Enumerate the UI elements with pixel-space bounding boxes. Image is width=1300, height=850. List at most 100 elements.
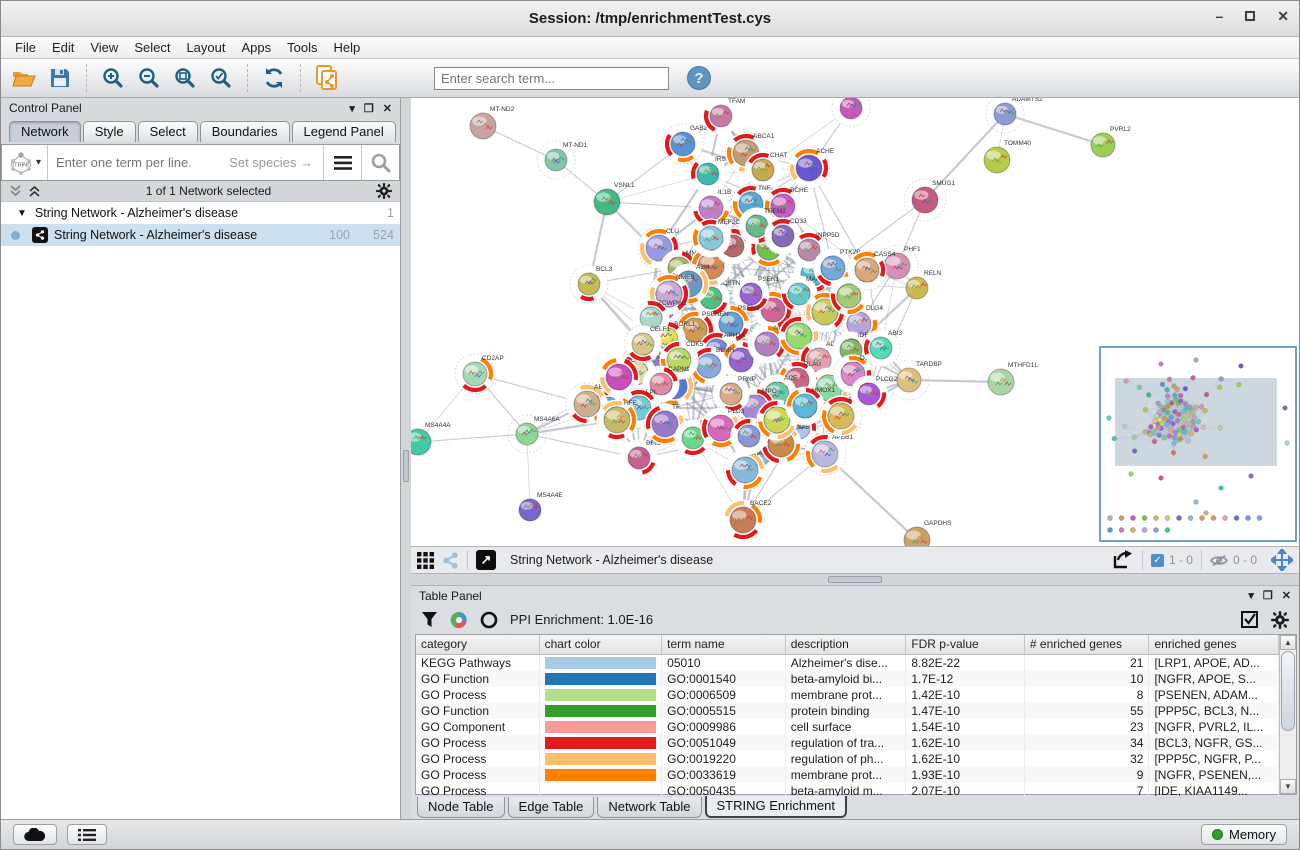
scrollbar-thumb[interactable] — [1281, 651, 1295, 731]
table-row[interactable]: KEGG Pathways05010Alzheimer's dise...8.8… — [416, 655, 1279, 671]
menu-item-view[interactable]: View — [82, 40, 126, 55]
zoom-in-button[interactable] — [98, 63, 128, 93]
column-header-0[interactable]: category — [416, 635, 540, 654]
column-header-5[interactable]: # enriched genes — [1025, 635, 1150, 654]
network-options-gear-icon[interactable] — [376, 183, 392, 199]
zoom-out-button[interactable] — [134, 63, 164, 93]
table-row[interactable]: GO FunctionGO:0001540beta-amyloid bi...1… — [416, 671, 1279, 687]
menu-item-help[interactable]: Help — [326, 40, 369, 55]
string-options-button[interactable] — [323, 145, 361, 180]
svg-text:PRNP: PRNP — [738, 376, 756, 383]
cloud-tasks-button[interactable] — [13, 824, 57, 845]
column-header-4[interactable]: FDR p-value — [906, 635, 1025, 654]
maximize-button[interactable] — [1245, 11, 1255, 21]
help-button[interactable]: ? — [687, 66, 711, 90]
import-network-button[interactable] — [312, 63, 342, 93]
detach-view-icon[interactable]: ↗ — [476, 550, 496, 570]
svg-text:ABI3: ABI3 — [888, 330, 902, 337]
string-query-input[interactable] — [48, 145, 229, 180]
svg-text:MT-ND1: MT-ND1 — [563, 142, 588, 149]
splitter-handle[interactable] — [828, 576, 882, 583]
network-canvas[interactable]: MT-ND2MT-ND1VSNL1GAB2IRS1ABCA1CHATACHEIL… — [411, 98, 1299, 546]
save-session-button[interactable] — [45, 63, 75, 93]
panel-close-icon[interactable]: ✕ — [1282, 589, 1291, 602]
tab-string-enrichment[interactable]: STRING Enrichment — [705, 796, 847, 818]
table-settings-gear-icon[interactable] — [1271, 611, 1289, 629]
scroll-up-button[interactable]: ▲ — [1280, 635, 1296, 650]
export-network-icon[interactable] — [1112, 550, 1134, 570]
svg-text:VSNL1: VSNL1 — [614, 182, 635, 189]
string-search-bar: STRING ▾ Set species → — [1, 144, 400, 181]
zoom-fit-button[interactable] — [170, 63, 200, 93]
expand-all-icon[interactable] — [9, 185, 22, 197]
tab-legend-panel[interactable]: Legend Panel — [292, 121, 396, 142]
close-button[interactable]: ✕ — [1277, 8, 1289, 25]
splitter-handle[interactable] — [403, 450, 409, 482]
tab-style[interactable]: Style — [83, 121, 136, 142]
birdseye-overview[interactable] — [1099, 346, 1297, 542]
table-row[interactable]: GO ProcessGO:0033619membrane prot...1.93… — [416, 767, 1279, 783]
table-row[interactable]: GO ProcessGO:0019220regulation of ph...1… — [416, 751, 1279, 767]
save-icon — [49, 67, 71, 89]
string-logo[interactable]: STRING ▾ — [2, 145, 48, 180]
svg-text:SORL1: SORL1 — [674, 321, 696, 328]
filter-funnel-icon[interactable] — [421, 611, 438, 628]
refresh-button[interactable] — [259, 63, 289, 93]
svg-text:CDK5: CDK5 — [686, 341, 704, 348]
menu-item-edit[interactable]: Edit — [44, 40, 82, 55]
panel-close-icon[interactable]: ✕ — [383, 102, 392, 115]
panel-float-icon[interactable]: ❒ — [1263, 589, 1273, 602]
tab-network[interactable]: Network — [9, 121, 81, 142]
task-list-button[interactable] — [67, 824, 107, 845]
control-panel-title: Control Panel — [9, 101, 82, 115]
network-row[interactable]: String Network - Alzheimer's disease 100… — [1, 224, 400, 246]
table-panel: Table Panel ▾ ❒ ✕ PPI Enrichment: 1.0E-1… — [411, 586, 1299, 819]
select-rows-checkbox-icon[interactable] — [1241, 611, 1259, 629]
enrichment-pie-icon[interactable] — [450, 611, 468, 629]
grid-view-icon[interactable] — [417, 552, 434, 569]
circle-chart-icon[interactable] — [480, 611, 498, 629]
vertical-splitter[interactable] — [401, 98, 411, 819]
tab-select[interactable]: Select — [138, 121, 198, 142]
tab-edge-table[interactable]: Edge Table — [508, 797, 595, 818]
birdseye-toggle-icon[interactable] — [1271, 549, 1293, 571]
menu-item-file[interactable]: File — [7, 40, 44, 55]
column-header-3[interactable]: description — [786, 635, 907, 654]
table-row[interactable]: GO ComponentGO:0009986cell surface1.54E-… — [416, 719, 1279, 735]
chart-color-swatch — [545, 753, 657, 765]
set-species-hint[interactable]: Set species → — [229, 155, 323, 170]
column-header-2[interactable]: term name — [662, 635, 786, 654]
svg-text:GAB2: GAB2 — [690, 125, 708, 132]
minimize-button[interactable]: – — [1215, 8, 1223, 25]
menu-item-apps[interactable]: Apps — [234, 40, 280, 55]
column-header-1[interactable]: chart color — [540, 635, 663, 654]
network-collection-row[interactable]: ▼ String Network - Alzheimer's disease 1 — [1, 202, 400, 224]
tab-node-table[interactable]: Node Table — [417, 797, 505, 818]
menu-item-select[interactable]: Select — [126, 40, 178, 55]
column-header-6[interactable]: enriched genes — [1149, 635, 1279, 654]
table-scrollbar[interactable]: ▲ ▼ — [1279, 635, 1296, 794]
svg-text:TREM2: TREM2 — [764, 208, 786, 215]
search-input[interactable] — [434, 67, 669, 90]
memory-button[interactable]: Memory — [1201, 824, 1287, 845]
tab-boundaries[interactable]: Boundaries — [200, 121, 290, 142]
panel-collapse-icon[interactable]: ▾ — [349, 102, 355, 115]
table-row[interactable]: GO ProcessGO:0051049regulation of tra...… — [416, 735, 1279, 751]
table-row[interactable]: GO FunctionGO:0005515protein binding1.47… — [416, 703, 1279, 719]
tab-network-table[interactable]: Network Table — [597, 797, 701, 818]
tree-expand-icon[interactable]: ▼ — [17, 208, 27, 219]
panel-collapse-icon[interactable]: ▾ — [1248, 589, 1254, 602]
panel-float-icon[interactable]: ❒ — [364, 102, 374, 115]
menubar: FileEditViewSelectLayoutAppsToolsHelp — [1, 37, 1299, 59]
open-session-button[interactable] — [9, 63, 39, 93]
share-view-icon[interactable] — [442, 552, 459, 569]
collapse-all-icon[interactable] — [28, 185, 41, 197]
horizontal-splitter[interactable] — [411, 574, 1299, 586]
zoom-selected-button[interactable] — [206, 63, 236, 93]
table-row[interactable]: GO ProcessGO:0006509membrane prot...1.42… — [416, 687, 1279, 703]
string-dropdown-caret[interactable]: ▾ — [36, 157, 41, 168]
menu-item-layout[interactable]: Layout — [178, 40, 233, 55]
scroll-down-button[interactable]: ▼ — [1280, 779, 1296, 794]
string-search-button[interactable] — [361, 145, 399, 180]
menu-item-tools[interactable]: Tools — [279, 40, 325, 55]
